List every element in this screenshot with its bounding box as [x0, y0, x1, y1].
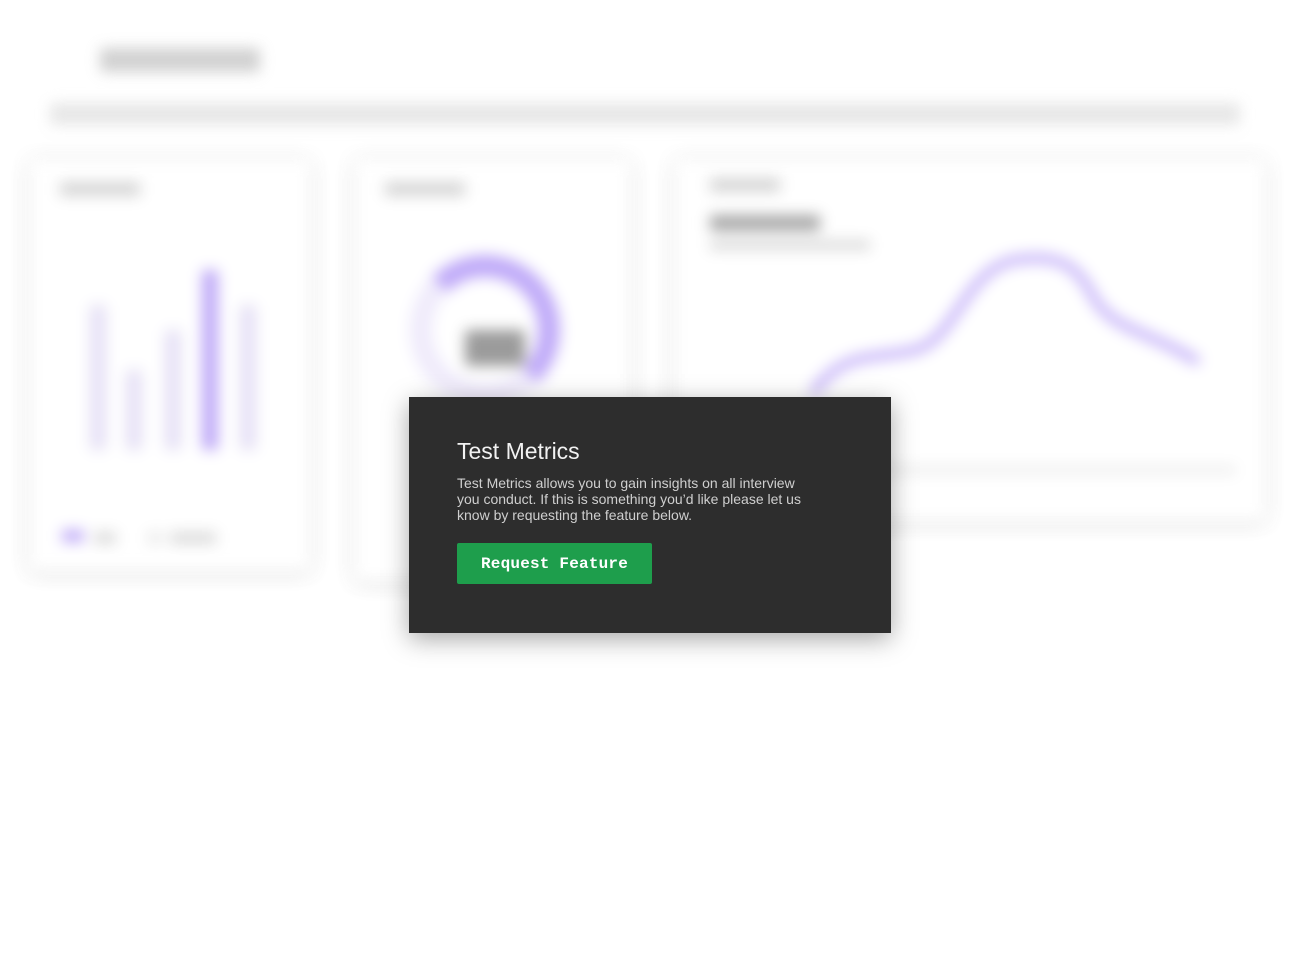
blurred-card-heading	[385, 182, 465, 196]
blurred-page-title	[100, 48, 260, 72]
modal-description: Test Metrics allows you to gain insights…	[457, 475, 801, 523]
blurred-legend-chip	[62, 530, 84, 542]
blurred-filter-bar	[50, 103, 1240, 125]
blurred-bar	[90, 305, 106, 450]
page: Test Metrics Test Metrics allows you to …	[0, 0, 1300, 978]
blurred-bar	[126, 370, 142, 450]
blurred-bar-chart-card	[30, 160, 310, 570]
blurred-bar	[165, 330, 181, 450]
blurred-bar	[202, 270, 218, 450]
blurred-legend-text	[94, 532, 116, 544]
blurred-donut-value	[465, 330, 525, 366]
blurred-bar	[240, 305, 256, 450]
blurred-legend-chip	[148, 532, 162, 544]
modal-title: Test Metrics	[457, 438, 580, 464]
blurred-card-heading	[60, 182, 140, 196]
feature-modal: Test Metrics Test Metrics allows you to …	[409, 397, 891, 633]
request-feature-button[interactable]: Request Feature	[457, 543, 653, 584]
blurred-legend-text	[170, 532, 216, 544]
